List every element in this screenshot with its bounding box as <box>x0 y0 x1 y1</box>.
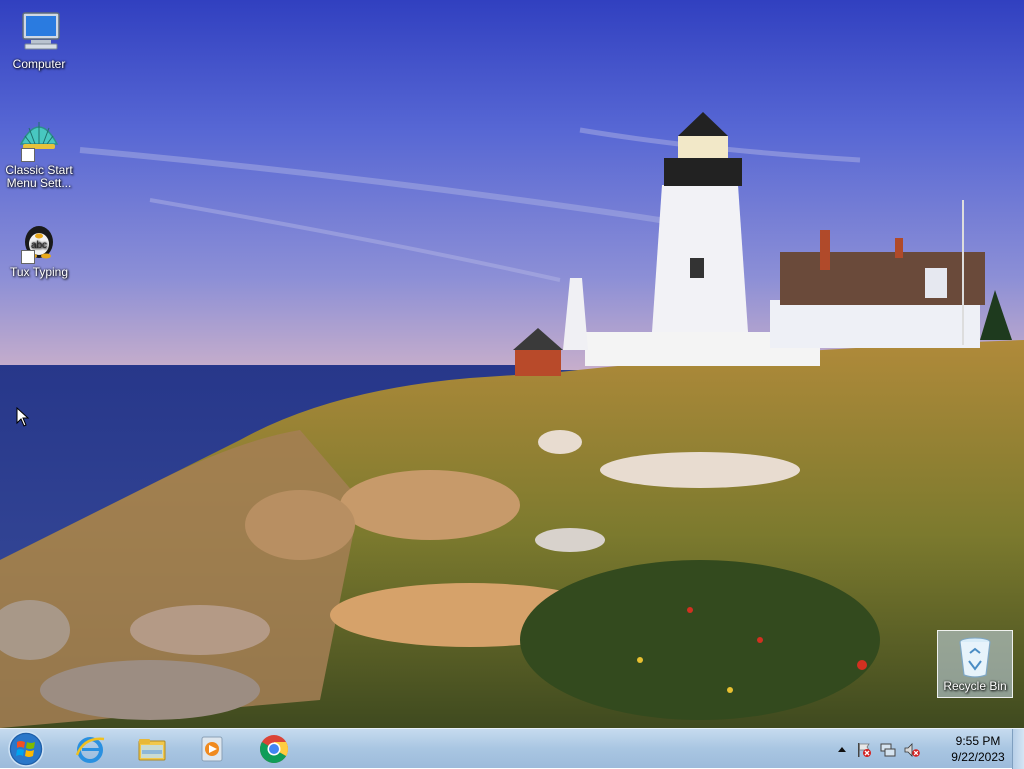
wallpaper-image <box>0 0 1024 728</box>
media-player-icon <box>201 736 223 762</box>
mouse-pointer-icon <box>16 407 30 427</box>
shortcut-arrow-icon <box>21 250 35 264</box>
desktop-icon-recycle-bin[interactable]: Recycle Bin <box>937 630 1013 698</box>
show-desktop-button[interactable] <box>1012 729 1024 769</box>
taskbar-chrome[interactable] <box>248 731 300 767</box>
taskbar-clock[interactable]: 9:55 PM 9/22/2023 <box>942 733 1014 765</box>
windows-start-orb-icon <box>8 731 44 767</box>
show-hidden-icons-arrow[interactable] <box>834 742 850 758</box>
taskbar-internet-explorer[interactable] <box>64 731 116 767</box>
desktop-icon-computer[interactable]: Computer <box>2 8 76 71</box>
tux-typing-icon: abc <box>15 216 63 264</box>
desktop-icon-classic-start-menu-settings[interactable]: Classic Start Menu Sett... <box>2 114 76 190</box>
taskbar: 9:55 PM 9/22/2023 <box>0 728 1024 769</box>
volume-muted-icon[interactable] <box>904 742 920 758</box>
action-center-flag-icon[interactable] <box>856 742 872 758</box>
computer-icon <box>15 8 63 56</box>
file-explorer-icon <box>138 739 166 761</box>
desktop-icon-tux-typing[interactable]: abc Tux Typing <box>2 216 76 279</box>
desktop-icon-label: Classic Start Menu Sett... <box>5 163 73 190</box>
recycle-bin-icon <box>955 635 995 679</box>
clock-time: 9:55 PM <box>955 734 1001 748</box>
taskbar-media-player[interactable] <box>186 731 238 767</box>
clock-date: 9/22/2023 <box>951 750 1005 764</box>
chrome-icon <box>260 735 288 763</box>
network-icon[interactable] <box>880 742 896 758</box>
desktop[interactable]: Computer Classic Start Menu Sett... abc <box>0 0 1024 728</box>
system-tray: 9:55 PM 9/22/2023 <box>834 729 1024 769</box>
classic-shell-icon <box>15 114 63 162</box>
start-button[interactable] <box>6 731 46 767</box>
desktop-icon-label: Recycle Bin <box>943 679 1007 693</box>
desktop-icon-label: Computer <box>12 57 66 71</box>
desktop-icon-label: Tux Typing <box>9 265 69 279</box>
shortcut-arrow-icon <box>21 148 35 162</box>
taskbar-file-explorer[interactable] <box>126 731 178 767</box>
internet-explorer-icon <box>75 737 105 763</box>
